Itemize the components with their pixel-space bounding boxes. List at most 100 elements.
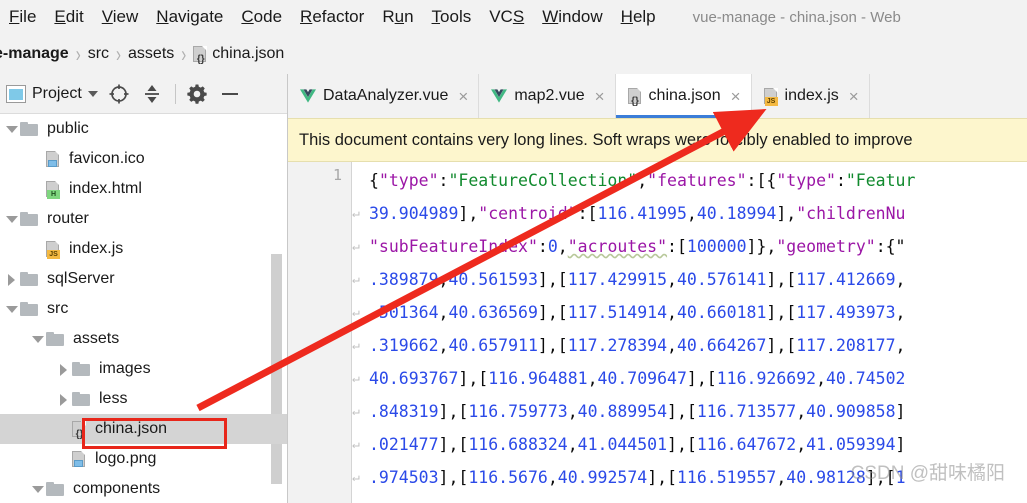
breadcrumb-item-label: china.json <box>212 45 285 62</box>
code-token: :{" <box>875 237 906 256</box>
menu-item-edit[interactable]: Edit <box>45 0 92 34</box>
tree-item-label: components <box>73 480 161 497</box>
menu-item-help[interactable]: Help <box>612 0 665 34</box>
code-token: ] <box>895 435 906 454</box>
code-token: [ <box>369 494 379 503</box>
project-panel-title: Project <box>32 84 82 102</box>
tree-item-label: src <box>47 300 69 317</box>
chevron-down-icon[interactable] <box>4 211 20 227</box>
code-token: ],[ <box>766 270 797 289</box>
code-content[interactable]: {"type": "FeatureCollection", "features":[… <box>352 162 1027 503</box>
minimize-icon[interactable] <box>218 82 242 106</box>
folder-icon <box>20 302 38 316</box>
code-token: 40.889954 <box>577 402 668 421</box>
menu-item-file[interactable]: File <box>0 0 45 34</box>
code-token: ],[ <box>537 303 568 322</box>
code-token: 40.74502 <box>826 369 906 388</box>
chevron-down-icon[interactable] <box>30 331 46 347</box>
code-token: ], <box>776 204 797 223</box>
code-editor[interactable]: 1 {"type": "FeatureCollection", "features"… <box>288 162 1027 503</box>
code-token: , <box>567 435 578 454</box>
code-token: 116.688324 <box>468 435 568 454</box>
tree-item-label: logo.png <box>95 450 157 467</box>
chevron-right-icon[interactable] <box>56 391 72 407</box>
tree-item-index-js[interactable]: JS index.js <box>0 234 287 264</box>
collapse-all-icon[interactable] <box>140 82 164 106</box>
code-token: , <box>816 369 826 388</box>
code-token: 40.709647 <box>597 369 687 388</box>
code-token: , <box>707 494 717 503</box>
code-token: 117.514914 <box>567 303 668 322</box>
code-token: "geometry" <box>776 237 876 256</box>
code-token: "features" <box>647 171 747 190</box>
toolbar-divider <box>174 83 176 104</box>
editor-tab-dataanalyzer-vue[interactable]: DataAnalyzer.vue × <box>288 74 480 118</box>
tree-item-public[interactable]: public <box>0 114 287 144</box>
code-token: 117.208177 <box>796 336 896 355</box>
locate-icon[interactable] <box>107 82 131 106</box>
tree-item-index-html[interactable]: Hindex.html <box>0 174 287 204</box>
breadcrumb-item-label: e-manage <box>0 45 69 62</box>
tree-item-logo-png[interactable]: logo.png <box>0 444 287 474</box>
tree-item-assets[interactable]: assets <box>0 324 287 354</box>
breadcrumb-item-e-manage[interactable]: e-manage <box>0 45 69 63</box>
close-icon[interactable]: × <box>731 88 741 105</box>
code-token: , <box>438 336 449 355</box>
code-line: ↵ .974503],[116.5676, 40.992574],[116.5195… <box>352 461 1027 494</box>
code-token: .389879 <box>369 270 439 289</box>
breadcrumb-separator: › <box>181 41 187 67</box>
tree-item-favicon-ico[interactable]: favicon.ico <box>0 144 287 174</box>
tree-item-less[interactable]: less <box>0 384 287 414</box>
code-token: , <box>667 336 677 355</box>
editor-tab-map2-vue[interactable]: map2.vue × <box>479 74 616 118</box>
code-token: 116.398216 <box>607 494 706 503</box>
menu-item-refactor[interactable]: Refactor <box>291 0 373 34</box>
chevron-right-icon[interactable] <box>56 361 72 377</box>
tree-item-router[interactable]: router <box>0 204 287 234</box>
code-line: ↵ .848319],[116.759773, 40.889954],[116.71… <box>352 395 1027 428</box>
menu-item-code[interactable]: Code <box>232 0 291 34</box>
code-token: , <box>478 494 488 503</box>
breadcrumb-item-assets[interactable]: assets <box>128 45 174 63</box>
code-token: , <box>895 270 906 289</box>
code-token: 40.90624 <box>717 494 796 503</box>
chevron-down-icon[interactable] <box>4 121 20 137</box>
chevron-down-icon[interactable] <box>4 301 20 317</box>
chevron-down-icon[interactable] <box>30 481 46 497</box>
close-icon[interactable]: × <box>849 88 859 105</box>
tree-item-src[interactable]: src <box>0 294 287 324</box>
code-token: "type" <box>378 171 439 190</box>
menu-item-view[interactable]: View <box>93 0 148 34</box>
code-token: ],[ <box>438 468 469 487</box>
folder-icon <box>72 362 90 376</box>
code-token: 40.899907 <box>488 494 577 503</box>
close-icon[interactable]: × <box>458 88 468 105</box>
close-icon[interactable]: × <box>595 88 605 105</box>
menu-item-vcs[interactable]: VCS <box>480 0 533 34</box>
breadcrumb-item-src[interactable]: src <box>88 45 109 63</box>
chevron-right-icon[interactable] <box>4 271 20 287</box>
editor-tab-china-json[interactable]: {} china.json × <box>615 74 752 118</box>
code-token: ],[ <box>537 270 568 289</box>
code-line: {"type": "FeatureCollection", "features":[… <box>352 164 1027 197</box>
code-token: 39.904989 <box>369 204 459 223</box>
tree-item-label: sqlServer <box>47 270 115 287</box>
code-token: 116.647672 <box>696 435 797 454</box>
menu-item-tools[interactable]: Tools <box>423 0 481 34</box>
tree-item-china-json[interactable]: {} china.json <box>0 414 287 444</box>
json-file-icon: {} <box>193 45 208 64</box>
editor-tab-index-js[interactable]: JS index.js × <box>751 74 870 118</box>
tree-item-components[interactable]: components <box>0 474 287 503</box>
tree-item-sqlserver[interactable]: sqlServer <box>0 264 287 294</box>
menu-item-run[interactable]: Run <box>373 0 422 34</box>
menu-items: File Edit View Navigate Code Refactor Run Tools… <box>0 0 665 34</box>
line-number-gutter: 1 <box>288 162 352 503</box>
code-token: 40.657911 <box>448 336 538 355</box>
chevron-down-icon[interactable] <box>87 90 98 97</box>
breadcrumb-item-china-json[interactable]: {} china.json <box>193 45 285 64</box>
menu-item-window[interactable]: Window <box>533 0 611 34</box>
project-tree[interactable]: public favicon.ico Hindex.html router JS inde… <box>0 114 287 503</box>
gear-icon[interactable] <box>185 82 209 106</box>
tree-item-images[interactable]: images <box>0 354 287 384</box>
menu-item-navigate[interactable]: Navigate <box>147 0 232 34</box>
